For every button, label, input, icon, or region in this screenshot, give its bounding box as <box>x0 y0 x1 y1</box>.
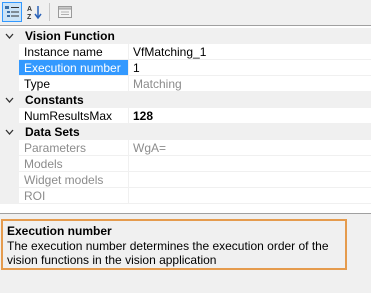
property-row-execution-number[interactable]: Execution number 1 <box>0 60 371 76</box>
property-row-type[interactable]: Type Matching <box>0 76 371 92</box>
toolbar-separator <box>49 3 50 21</box>
row-gutter <box>0 140 19 156</box>
property-name: Parameters <box>19 140 129 156</box>
collapse-icon[interactable] <box>5 32 14 41</box>
row-gutter <box>0 156 19 172</box>
help-title: Execution number <box>7 224 112 238</box>
alphabetical-sort-button[interactable]: A Z <box>24 2 44 22</box>
property-grid-toolbar: A Z <box>0 0 371 24</box>
row-gutter <box>0 172 19 188</box>
category-label: Vision Function <box>25 29 115 43</box>
property-value-field[interactable]: 128 <box>129 108 371 124</box>
property-value-field[interactable]: 1 <box>129 60 371 76</box>
collapse-icon[interactable] <box>5 96 14 105</box>
row-gutter <box>0 188 19 204</box>
property-row-widget-models[interactable]: Widget models <box>0 172 371 188</box>
property-value-readonly: WgA= <box>129 140 371 156</box>
category-vision-function[interactable]: Vision Function <box>0 28 371 44</box>
property-name: NumResultsMax <box>19 108 129 124</box>
property-row-instance-name[interactable]: Instance name VfMatching_1 <box>0 44 371 60</box>
category-constants[interactable]: Constants <box>0 92 371 108</box>
collapse-icon[interactable] <box>5 128 14 137</box>
help-description-box: Execution number The execution number de… <box>1 219 347 270</box>
row-gutter <box>0 76 19 92</box>
property-value-readonly: Matching <box>129 76 371 92</box>
help-pane: Execution number The execution number de… <box>0 218 371 293</box>
property-name-selected: Execution number <box>19 60 129 76</box>
property-name: Instance name <box>19 44 129 60</box>
categorized-view-button[interactable] <box>2 2 22 22</box>
property-name: ROI <box>19 188 129 204</box>
property-value-readonly <box>129 172 371 188</box>
svg-text:Z: Z <box>27 14 32 20</box>
property-row-parameters[interactable]: Parameters WgA= <box>0 140 371 156</box>
row-gutter <box>0 60 19 76</box>
categorized-icon <box>5 6 19 17</box>
sort-alphabetical-icon: A Z <box>27 6 42 20</box>
category-data-sets[interactable]: Data Sets <box>0 124 371 140</box>
property-value-readonly <box>129 156 371 172</box>
property-row-numresultsmax[interactable]: NumResultsMax 128 <box>0 108 371 124</box>
help-description: The execution number determines the exec… <box>7 239 329 267</box>
property-name: Models <box>19 156 129 172</box>
property-name: Type <box>19 76 129 92</box>
svg-text:A: A <box>27 6 32 13</box>
property-name: Widget models <box>19 172 129 188</box>
property-pages-icon <box>58 6 72 18</box>
category-label: Data Sets <box>25 125 80 139</box>
property-value-field[interactable]: VfMatching_1 <box>129 44 371 60</box>
property-row-models[interactable]: Models <box>0 156 371 172</box>
row-gutter <box>0 108 19 124</box>
property-pages-button[interactable] <box>55 2 75 22</box>
property-value-readonly <box>129 188 371 204</box>
category-label: Constants <box>25 93 84 107</box>
property-grid: Vision Function Instance name VfMatching… <box>0 25 371 214</box>
row-gutter <box>0 44 19 60</box>
property-row-roi[interactable]: ROI <box>0 188 371 204</box>
